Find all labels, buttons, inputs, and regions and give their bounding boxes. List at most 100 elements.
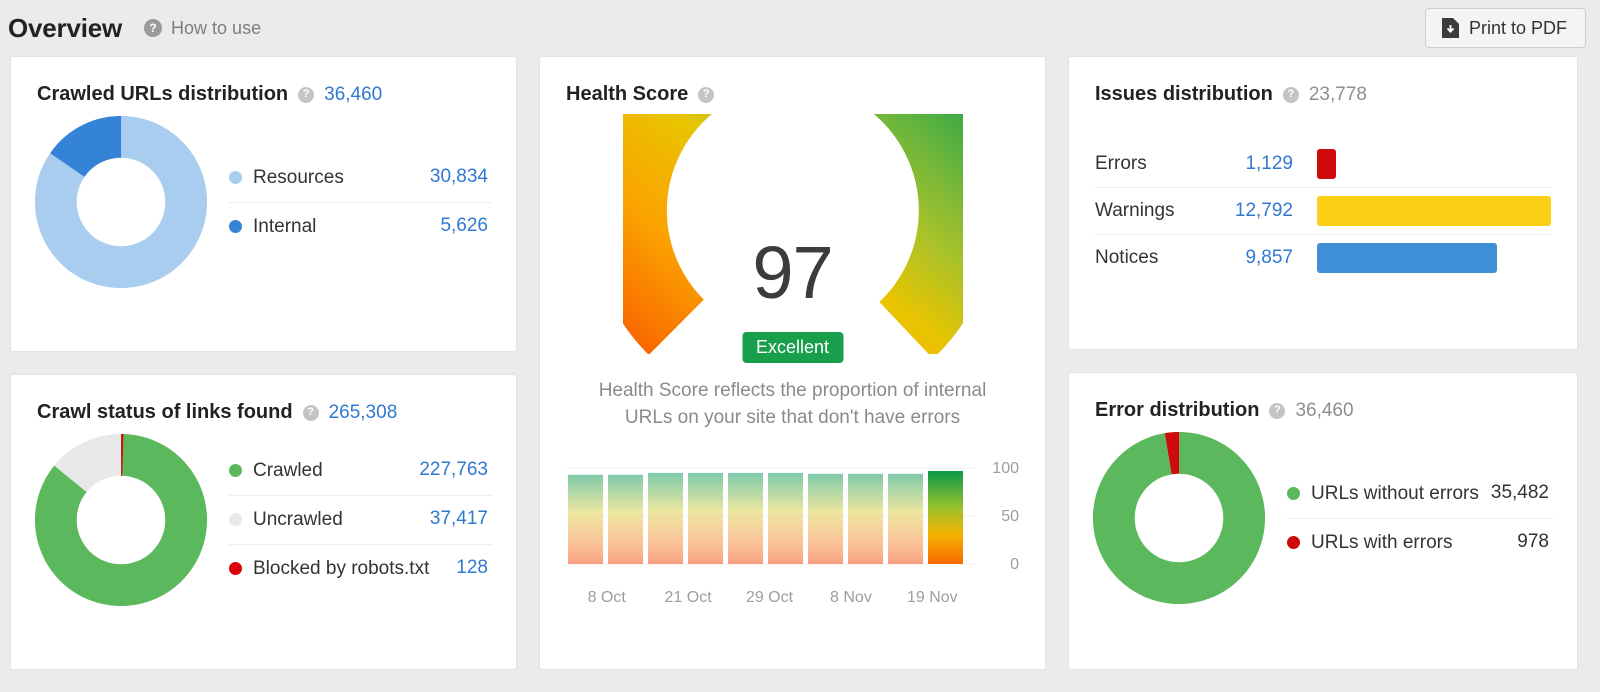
health-score-history-chart: 100 50 0 8 Oct 21 Oct 29 Oct 8 Nov 19 No… — [566, 458, 1019, 606]
bar — [768, 472, 803, 564]
bar-warnings — [1317, 196, 1551, 226]
legend-value: 128 — [456, 556, 488, 578]
issue-bar-cell — [1317, 196, 1551, 226]
card-header: Error distribution ? 36,460 — [1069, 373, 1577, 422]
legend-label: URLs without errors — [1311, 482, 1479, 504]
legend-label: Crawled — [253, 460, 323, 482]
bar-notices — [1317, 243, 1498, 273]
card-header: Crawl status of links found ? 265,308 — [11, 375, 516, 424]
card-title: Crawled URLs distribution — [37, 83, 289, 105]
x-axis-tick: 19 Nov — [906, 588, 958, 606]
right-column: Issues distribution ? 23,778 Errors 1,12… — [1068, 56, 1578, 670]
legend-color-dot — [1287, 535, 1300, 549]
x-axis-tick: 8 Nov — [830, 588, 872, 606]
x-axis-tick: 29 Oct — [745, 588, 794, 606]
legend-label: Internal — [253, 215, 317, 237]
card-crawled-urls-distribution: Crawled URLs distribution ? 36,460 Resou… — [10, 56, 517, 352]
bar — [808, 473, 843, 564]
bar — [848, 473, 883, 564]
legend-label: Uncrawled — [253, 509, 343, 531]
legend-color-dot — [1287, 486, 1300, 500]
legend-color-dot — [229, 219, 242, 233]
legend-value: 37,417 — [429, 508, 488, 530]
donut-row: URLs without errors 35,482 URLs with err… — [1069, 422, 1577, 630]
issue-bar-cell — [1317, 148, 1551, 179]
card-title: Error distribution — [1095, 399, 1260, 421]
legend-color-dot — [229, 464, 242, 478]
left-column: Crawled URLs distribution ? 36,460 Resou… — [10, 56, 517, 670]
help-circle-icon[interactable]: ? — [144, 19, 163, 37]
legend-label: Blocked by robots.txt — [253, 557, 430, 579]
issue-bar-cell — [1317, 243, 1551, 273]
card-total-value: 23,778 — [1308, 83, 1367, 105]
donut-row: Crawled 227,763 Uncrawled 37,417 Blocked… — [11, 424, 516, 632]
help-circle-icon[interactable]: ? — [298, 86, 315, 103]
x-axis-labels: 8 Oct 21 Oct 29 Oct 8 Nov 19 Nov — [566, 589, 1019, 607]
health-score-description: Health Score reflects the proportion of … — [598, 380, 987, 428]
card-title: Issues distribution — [1095, 83, 1273, 105]
crawled-urls-donut-chart — [35, 116, 207, 288]
page-header: Overview ? How to use Print to PDF — [0, 0, 1600, 56]
mini-bar-chart — [566, 467, 976, 565]
legend-value: 5,626 — [440, 214, 488, 236]
status-badge: Excellent — [741, 332, 844, 363]
legend-color-dot — [229, 513, 242, 527]
list-item[interactable]: Crawled 227,763 — [229, 447, 492, 495]
legend-value: 227,763 — [419, 459, 488, 481]
issue-label: Errors — [1095, 152, 1147, 174]
card-header: Issues distribution ? 23,778 — [1069, 57, 1577, 106]
help-circle-icon[interactable]: ? — [1282, 86, 1299, 103]
legend-color-dot — [229, 170, 242, 184]
print-to-pdf-label: Print to PDF — [1468, 17, 1567, 38]
y-axis-tick-0: 0 — [1010, 555, 1019, 573]
list-item[interactable]: Resources 30,834 — [229, 154, 492, 202]
legend: Resources 30,834 Internal 5,626 — [229, 154, 492, 251]
card-crawl-status-of-links-found: Crawl status of links found ? 265,308 Cr… — [10, 374, 517, 670]
how-to-use-link[interactable]: How to use — [171, 18, 261, 39]
card-title: Crawl status of links found — [37, 401, 293, 423]
card-error-distribution: Error distribution ? 36,460 URLs without… — [1068, 372, 1578, 670]
bar-errors — [1317, 148, 1337, 179]
health-score-value: 97 — [752, 231, 833, 314]
help-circle-icon[interactable]: ? — [698, 86, 715, 103]
issue-label: Warnings — [1095, 200, 1175, 221]
legend-value: 978 — [1517, 530, 1549, 552]
card-total-value: 36,460 — [324, 83, 383, 105]
health-score-gauge: 97 Excellent — [566, 114, 1019, 376]
list-item[interactable]: Blocked by robots.txt 128 — [229, 543, 492, 593]
table-row[interactable]: Errors 1,129 — [1095, 140, 1551, 187]
bar — [648, 472, 683, 564]
help-circle-icon[interactable]: ? — [1269, 402, 1286, 419]
bar — [688, 472, 723, 564]
bar-latest — [928, 470, 963, 564]
card-header: Crawled URLs distribution ? 36,460 — [11, 57, 516, 106]
slice-blocked-by-robots — [35, 434, 207, 606]
issue-value: 1,129 — [1245, 152, 1293, 174]
bar — [728, 472, 763, 564]
slice-urls-with-errors — [1093, 432, 1265, 604]
list-item[interactable]: Uncrawled 37,417 — [229, 495, 492, 544]
list-item[interactable]: URLs without errors 35,482 — [1287, 470, 1553, 518]
table-row[interactable]: Warnings 12,792 — [1095, 187, 1551, 234]
pdf-download-icon — [1441, 18, 1459, 38]
issue-label: Notices — [1095, 247, 1159, 268]
help-circle-icon[interactable]: ? — [302, 404, 319, 421]
legend-color-dot — [229, 561, 242, 575]
legend-value: 35,482 — [1490, 481, 1549, 503]
middle-column: Health Score ? 97 Excellent Health Score… — [539, 56, 1046, 670]
issue-value: 12,792 — [1234, 200, 1293, 221]
x-axis-tick: 21 Oct — [664, 588, 712, 606]
page-title: Overview — [8, 12, 123, 43]
list-item[interactable]: Internal 5,626 — [229, 201, 492, 251]
list-item[interactable]: URLs with errors 978 — [1287, 517, 1553, 567]
x-axis-tick: 8 Oct — [587, 588, 626, 606]
table-row[interactable]: Notices 9,857 — [1095, 234, 1551, 281]
legend-label: URLs with errors — [1311, 531, 1453, 553]
card-health-score: Health Score ? 97 Excellent Health Score… — [539, 56, 1046, 670]
card-issues-distribution: Issues distribution ? 23,778 Errors 1,12… — [1068, 56, 1578, 350]
legend: Crawled 227,763 Uncrawled 37,417 Blocked… — [229, 447, 492, 592]
donut-row: Resources 30,834 Internal 5,626 — [11, 106, 516, 314]
print-to-pdf-button[interactable]: Print to PDF — [1424, 8, 1586, 48]
y-axis-tick-100: 100 — [992, 459, 1019, 477]
issue-value: 9,857 — [1245, 247, 1293, 268]
